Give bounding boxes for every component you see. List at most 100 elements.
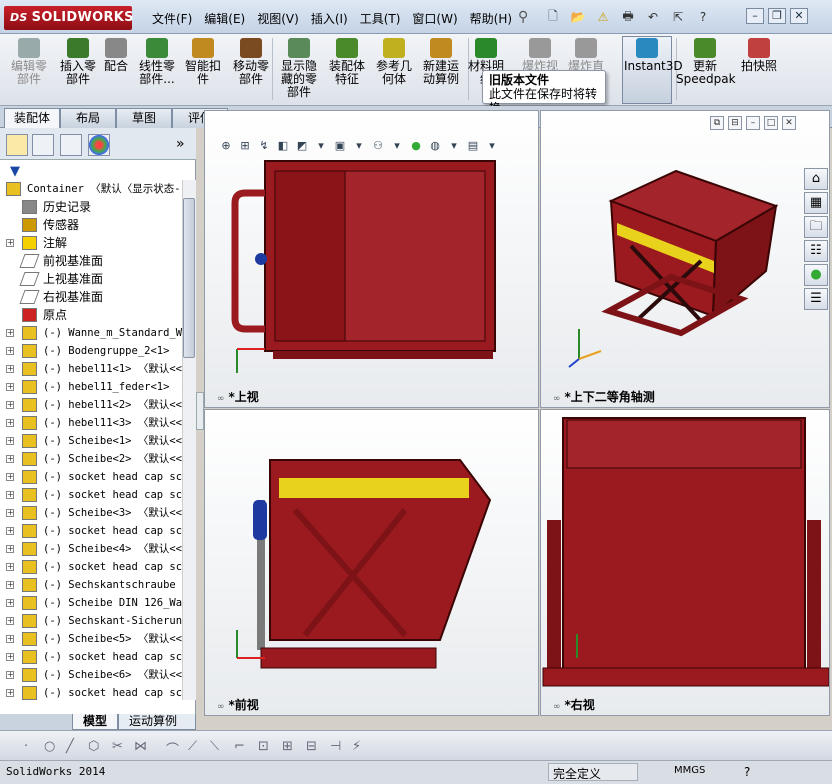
section-view-icon[interactable]: ◧	[275, 138, 291, 154]
appearances-icon[interactable]: ●	[804, 264, 828, 286]
display-manager-tab-icon[interactable]	[88, 134, 110, 156]
menu-3[interactable]: 插入(I)	[305, 10, 354, 28]
tree-scrollbar-thumb[interactable]	[183, 198, 195, 358]
property-manager-tab-icon[interactable]	[32, 134, 54, 156]
smart-dimension-icon[interactable]: ⊟	[306, 739, 317, 754]
viewport-minimize-icon[interactable]: –	[746, 116, 760, 130]
tree-item[interactable]: 传感器	[0, 216, 182, 234]
menu-1[interactable]: 编辑(E)	[198, 10, 251, 28]
expand-icon[interactable]: +	[6, 617, 14, 625]
custom-properties-icon[interactable]: ☰	[804, 288, 828, 310]
tree-item[interactable]: + (-) Scheibe<6> 〈默认<<	[0, 666, 182, 684]
print-icon[interactable]: 🖶	[617, 8, 639, 26]
tab-motion-study[interactable]: 运动算例 1	[118, 714, 196, 743]
viewport-front[interactable]: ∞ *前视	[204, 409, 539, 716]
expand-icon[interactable]: +	[6, 599, 14, 607]
menu-4[interactable]: 工具(T)	[354, 10, 407, 28]
dropdown-icon[interactable]: ▾	[446, 138, 462, 154]
tree-item[interactable]: + (-) Sechskantschraube I	[0, 576, 182, 594]
expand-icon[interactable]: +	[6, 419, 14, 427]
tree-item[interactable]: 前视基准面	[0, 252, 182, 270]
tree-item[interactable]: 上视基准面	[0, 270, 182, 288]
construction-icon[interactable]: ⟋	[188, 739, 197, 754]
restore-button[interactable]: ❐	[768, 8, 786, 24]
expand-icon[interactable]: +	[6, 581, 14, 589]
expand-icon[interactable]: +	[6, 401, 14, 409]
file-explorer-icon[interactable]: 🗀	[804, 216, 828, 238]
viewport-right[interactable]: ∞ *右视	[540, 409, 830, 716]
tab-assembly[interactable]: 装配体	[4, 108, 60, 129]
dropdown-icon[interactable]: ▾	[351, 138, 367, 154]
viewport-close-icon[interactable]: ✕	[782, 116, 796, 130]
ribbon-button-3[interactable]: 线性零 部件...	[134, 38, 180, 102]
panel-collapse-handle[interactable]	[196, 392, 204, 430]
pin-icon[interactable]: ⚲	[518, 9, 534, 25]
tree-item[interactable]: + (-) hebel11<2> 〈默认<<	[0, 396, 182, 414]
open-icon[interactable]: 📂	[567, 8, 589, 26]
expand-icon[interactable]: +	[6, 563, 14, 571]
line-icon[interactable]: ╱	[66, 739, 74, 754]
dropdown-icon[interactable]: ▾	[313, 138, 329, 154]
tree-item[interactable]: + (-) socket head cap scr	[0, 648, 182, 666]
dimension-icon[interactable]: ⊡	[258, 739, 269, 754]
tree-item[interactable]: + (-) Wanne_m_Standard_Wi	[0, 324, 182, 342]
tree-item[interactable]: + (-) socket head cap scr	[0, 558, 182, 576]
expand-icon[interactable]: +	[6, 635, 14, 643]
expand-icon[interactable]: +	[6, 527, 14, 535]
viewport-maximize-icon[interactable]: □	[764, 116, 778, 130]
zoom-to-area-icon[interactable]: ⊞	[237, 138, 253, 154]
tree-item[interactable]: + (-) socket head cap scr	[0, 522, 182, 540]
tree-item[interactable]: + (-) Scheibe<5> 〈默认<<	[0, 630, 182, 648]
feature-tree-tab-icon[interactable]	[6, 134, 28, 156]
new-document-icon[interactable]: 🗋	[542, 8, 564, 26]
point-icon[interactable]: ·	[24, 739, 28, 754]
expand-icon[interactable]: +	[6, 545, 14, 553]
tree-item[interactable]: + (-) Scheibe DIN 126_Was	[0, 594, 182, 612]
menu-2[interactable]: 视图(V)	[251, 10, 305, 28]
expand-icon[interactable]: +	[6, 455, 14, 463]
trim-icon[interactable]: ✂	[112, 739, 123, 754]
grid-icon[interactable]: ⊞	[282, 739, 293, 754]
expand-icon[interactable]: +	[6, 437, 14, 445]
tree-item[interactable]: + (-) hebel11<3> 〈默认<<	[0, 414, 182, 432]
home-icon[interactable]: ⌂	[804, 168, 828, 190]
tree-item[interactable]: + (-) Sechskant-Sicherung	[0, 612, 182, 630]
expand-icon[interactable]: +	[6, 473, 14, 481]
help-icon[interactable]: ?	[744, 765, 750, 779]
ribbon-button-4[interactable]: 智能扣 件	[182, 38, 224, 102]
design-library-icon[interactable]: ▦	[804, 192, 828, 214]
status-units[interactable]: MMGS	[674, 765, 705, 776]
corner-icon[interactable]: ⌐	[234, 739, 245, 754]
tree-item[interactable]: + 注解	[0, 234, 182, 252]
tree-item[interactable]: 历史记录	[0, 198, 182, 216]
polygon-icon[interactable]: ⬡	[88, 739, 99, 754]
ribbon-button-0[interactable]: 编辑零 部件	[4, 38, 54, 102]
expand-icon[interactable]: +	[6, 689, 14, 697]
ribbon-button-8[interactable]: 参考几 何体	[370, 38, 418, 102]
viewport-restore-icon[interactable]: ⧉	[710, 116, 724, 130]
menu-5[interactable]: 窗口(W)	[406, 10, 463, 28]
view-orientation-icon[interactable]: ◩	[294, 138, 310, 154]
ribbon-button-5[interactable]: 移动零 部件	[226, 38, 276, 102]
ribbon-button-14[interactable]: 更新 Speedpak	[676, 38, 736, 102]
expand-icon[interactable]: +	[6, 347, 14, 355]
rapid-sketch-icon[interactable]: ⚡	[352, 739, 361, 754]
tree-item[interactable]: + (-) socket head cap scr	[0, 486, 182, 504]
expand-icon[interactable]: +	[6, 329, 14, 337]
select-icon[interactable]: ⇱	[667, 8, 689, 26]
centerline-icon[interactable]: ⟍	[210, 739, 219, 754]
tree-item[interactable]: + (-) Scheibe<2> 〈默认<<	[0, 450, 182, 468]
previous-view-icon[interactable]: ↯	[256, 138, 272, 154]
help-icon[interactable]: ?	[692, 8, 714, 26]
tree-item[interactable]: 右视基准面	[0, 288, 182, 306]
expand-icon[interactable]: +	[6, 239, 14, 247]
expand-icon[interactable]: +	[6, 509, 14, 517]
ribbon-button-9[interactable]: 新建运 动算例	[418, 38, 464, 102]
view-palette-icon[interactable]: ☷	[804, 240, 828, 262]
tab-sketch[interactable]: 草图	[116, 108, 172, 128]
filter-icon[interactable]: ▼	[10, 164, 20, 179]
expand-icon[interactable]: +	[6, 671, 14, 679]
menu-0[interactable]: 文件(F)	[146, 10, 198, 28]
tree-item[interactable]: + (-) socket head cap scr	[0, 684, 182, 700]
minimize-button[interactable]: –	[746, 8, 764, 24]
